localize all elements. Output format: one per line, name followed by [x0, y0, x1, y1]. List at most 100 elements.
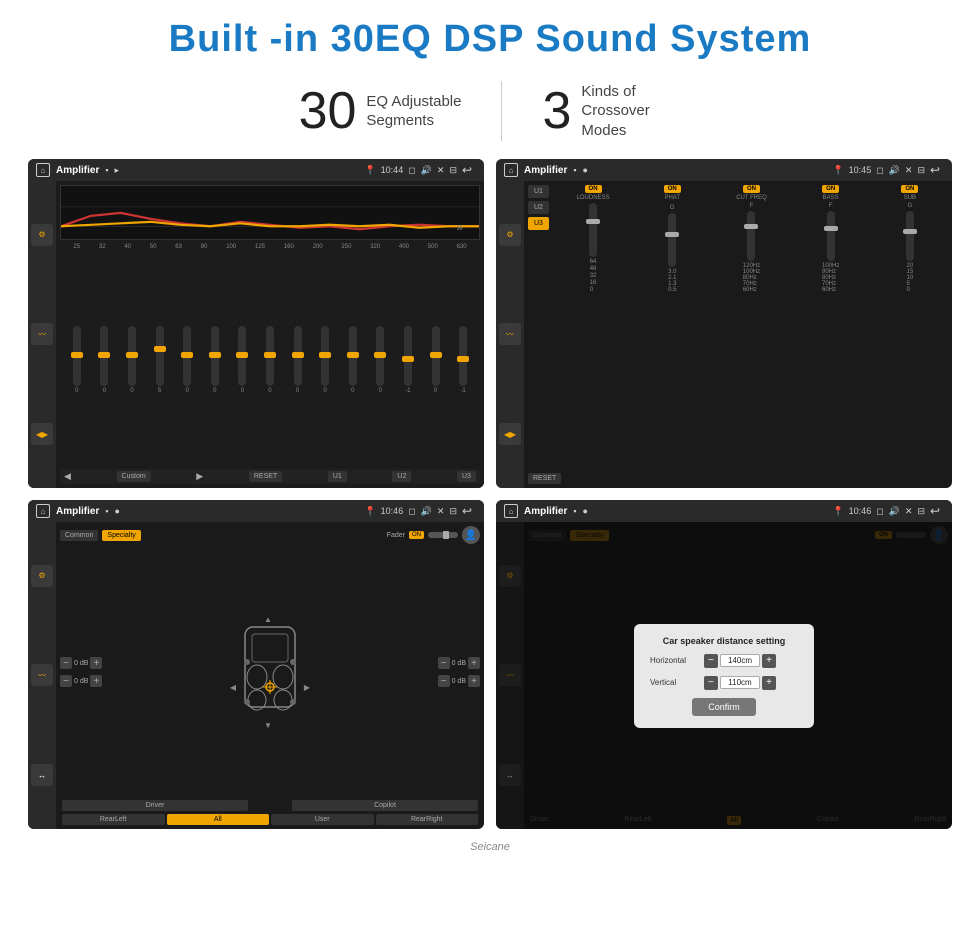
phat-slider[interactable] [668, 213, 676, 267]
back-icon-4[interactable]: ↩ [930, 504, 944, 518]
vertical-minus[interactable]: − [704, 676, 718, 690]
slider-thumb-14[interactable] [457, 356, 469, 362]
slider-track-7[interactable] [266, 326, 274, 386]
volume-icon-2: 🔊 [889, 165, 900, 176]
wave-side-btn-1[interactable]: 〰 [31, 323, 53, 345]
slider-thumb-2[interactable] [126, 352, 138, 358]
slider-track-11[interactable] [376, 326, 384, 386]
home-icon-4[interactable]: ⌂ [504, 504, 518, 518]
slider-thumb-0[interactable] [71, 352, 83, 358]
wifi-icon-2: ✕ [905, 165, 913, 176]
bass-on[interactable]: ON [822, 185, 839, 193]
reset-btn-1[interactable]: RESET [249, 471, 282, 482]
slider-thumb-1[interactable] [98, 352, 110, 358]
prev-icon[interactable]: ◀ [64, 471, 71, 482]
u2-preset[interactable]: U2 [528, 201, 549, 214]
back-icon-1[interactable]: ↩ [462, 163, 476, 177]
vertical-plus[interactable]: + [762, 676, 776, 690]
vol-side-btn-1[interactable]: ◀▶ [31, 423, 53, 445]
u3-preset[interactable]: U3 [528, 217, 549, 230]
crossover-reset-btn[interactable]: RESET [528, 473, 561, 484]
home-icon-1[interactable]: ⌂ [36, 163, 50, 177]
horizontal-minus[interactable]: − [704, 654, 718, 668]
u3-btn[interactable]: U3 [457, 471, 476, 482]
loudness-slider[interactable] [589, 203, 597, 257]
sub-thumb[interactable] [903, 229, 917, 234]
sub-on[interactable]: ON [901, 185, 918, 193]
vol-side-btn-3[interactable]: ↔ [31, 764, 53, 786]
home-icon-2[interactable]: ⌂ [504, 163, 518, 177]
wave-side-btn-2[interactable]: 〰 [499, 323, 521, 345]
bass-thumb[interactable] [824, 226, 838, 231]
slider-track-0[interactable] [73, 326, 81, 386]
fader-thumb-3[interactable] [443, 531, 449, 539]
u1-preset[interactable]: U1 [528, 185, 549, 198]
vol-side-btn-2[interactable]: ◀▶ [499, 423, 521, 445]
cutfreq-slider[interactable] [747, 211, 755, 261]
slider-thumb-11[interactable] [374, 352, 386, 358]
eq-side-btn-1[interactable]: ⚙ [31, 224, 53, 246]
slider-track-14[interactable] [459, 326, 467, 386]
wave-side-btn-3[interactable]: 〰 [31, 664, 53, 686]
copilot-btn[interactable]: Copilot [292, 800, 478, 811]
user-btn[interactable]: User [271, 814, 374, 825]
driver-btn[interactable]: Driver [62, 800, 248, 811]
specialty-btn-3[interactable]: Specialty [102, 530, 140, 541]
slider-thumb-6[interactable] [236, 352, 248, 358]
eq-side-btn-2[interactable]: ⚙ [499, 224, 521, 246]
sub-slider[interactable] [906, 211, 914, 261]
minus-bl[interactable]: − [60, 675, 72, 687]
rearright-btn[interactable]: RearRight [376, 814, 479, 825]
u1-btn[interactable]: U1 [328, 471, 347, 482]
slider-track-5[interactable] [211, 326, 219, 386]
all-btn[interactable]: All [167, 814, 270, 825]
cutfreq-thumb[interactable] [744, 224, 758, 229]
eq-side-btn-3[interactable]: ⚙ [31, 565, 53, 587]
slider-track-1[interactable] [100, 326, 108, 386]
minus-br[interactable]: − [438, 675, 450, 687]
loudness-thumb[interactable] [586, 219, 600, 224]
rearleft-btn[interactable]: RearLeft [62, 814, 165, 825]
slider-thumb-3[interactable] [154, 346, 166, 352]
fader-on-3[interactable]: ON [409, 531, 424, 539]
page-header: Built -in 30EQ DSP Sound System [0, 0, 980, 71]
horizontal-plus[interactable]: + [762, 654, 776, 668]
common-btn-3[interactable]: Common [60, 530, 98, 541]
back-icon-2[interactable]: ↩ [930, 163, 944, 177]
phat-thumb[interactable] [665, 232, 679, 237]
slider-track-4[interactable] [183, 326, 191, 386]
slider-thumb-13[interactable] [430, 352, 442, 358]
next-icon[interactable]: ▶ [196, 471, 203, 482]
slider-thumb-10[interactable] [347, 352, 359, 358]
slider-track-2[interactable] [128, 326, 136, 386]
slider-thumb-8[interactable] [292, 352, 304, 358]
slider-thumb-7[interactable] [264, 352, 276, 358]
slider-track-6[interactable] [238, 326, 246, 386]
bass-slider[interactable] [827, 211, 835, 261]
slider-track-8[interactable] [294, 326, 302, 386]
home-icon-3[interactable]: ⌂ [36, 504, 50, 518]
confirm-button[interactable]: Confirm [692, 698, 756, 716]
slider-track-10[interactable] [349, 326, 357, 386]
custom-btn[interactable]: Custom [117, 471, 151, 482]
u2-btn[interactable]: U2 [392, 471, 411, 482]
cutfreq-on[interactable]: ON [743, 185, 760, 193]
plus-bl[interactable]: + [90, 675, 102, 687]
slider-track-9[interactable] [321, 326, 329, 386]
plus-tr[interactable]: + [468, 657, 480, 669]
back-icon-3[interactable]: ↩ [462, 504, 476, 518]
slider-thumb-9[interactable] [319, 352, 331, 358]
phat-on[interactable]: ON [664, 185, 681, 193]
plus-br[interactable]: + [468, 675, 480, 687]
minus-tl[interactable]: − [60, 657, 72, 669]
slider-thumb-4[interactable] [181, 352, 193, 358]
slider-track-3[interactable] [156, 326, 164, 386]
loudness-on[interactable]: ON [585, 185, 602, 193]
slider-track-12[interactable] [404, 326, 412, 386]
minus-tr[interactable]: − [438, 657, 450, 669]
slider-track-13[interactable] [432, 326, 440, 386]
slider-thumb-5[interactable] [209, 352, 221, 358]
plus-tl[interactable]: + [90, 657, 102, 669]
slider-thumb-12[interactable] [402, 356, 414, 362]
fader-slider-3[interactable] [428, 532, 458, 538]
